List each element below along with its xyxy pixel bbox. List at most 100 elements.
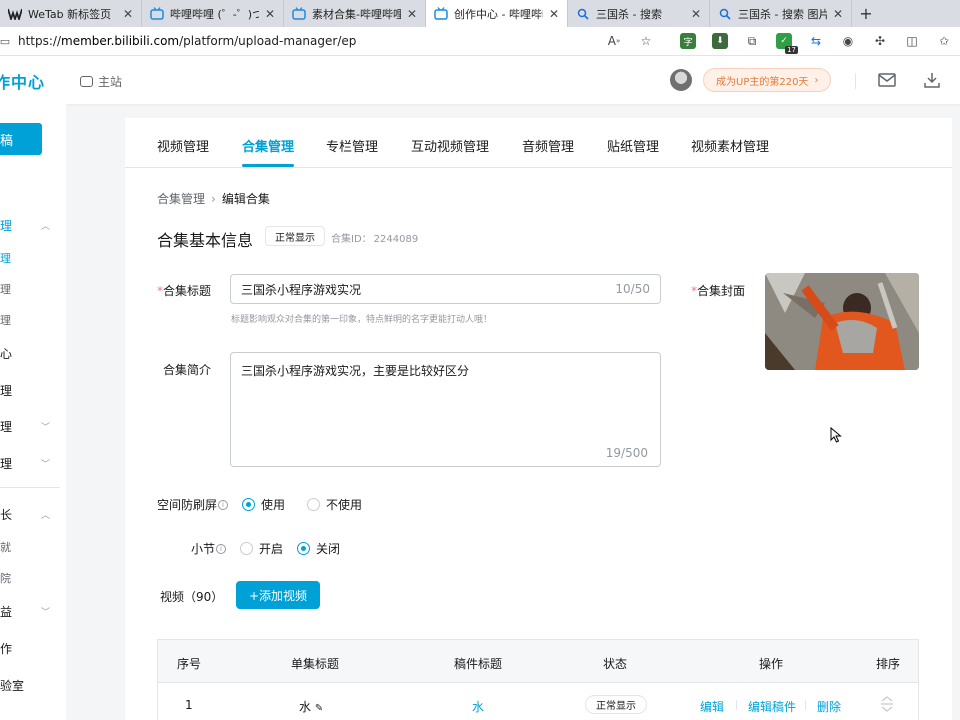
sidebar-item-lab[interactable]: 验室 [0, 677, 60, 694]
section-off-radio[interactable]: 关闭 [297, 540, 340, 557]
browser-tab-image-search[interactable]: 三国杀 - 搜索 图片 ✕ [710, 0, 852, 27]
collection-cover-image[interactable] [765, 273, 919, 370]
episode-table: 序号 单集标题 稿件标题 状态 操作 排序 1 水 ✎ 水 正常显示 编辑 编辑… [157, 639, 919, 720]
row-edit-link[interactable]: 编辑 [700, 698, 724, 715]
sidebar-item-interaction[interactable]: 理 ﹀ [0, 418, 60, 435]
row-post-title-link[interactable]: 水 [472, 698, 484, 715]
sidebar-item-academy[interactable]: 院 [0, 570, 60, 586]
drag-sort-icon[interactable] [880, 695, 894, 716]
help-icon[interactable]: i [216, 543, 227, 554]
close-icon[interactable]: ✕ [265, 7, 275, 21]
row-episode-title[interactable]: 水 ✎ [299, 698, 323, 715]
split-screen-icon[interactable]: ◫ [900, 31, 924, 51]
sidebar-item-rights[interactable]: 益 ﹀ [0, 603, 60, 620]
row-delete-link[interactable]: 删除 [817, 698, 841, 715]
close-icon[interactable]: ✕ [833, 7, 843, 21]
collections-icon[interactable]: ⧉ [740, 31, 764, 51]
sidebar-item-label: 理 [0, 314, 11, 327]
sidebar-item-label: 理 [0, 384, 13, 398]
close-icon[interactable]: ✕ [407, 7, 417, 21]
sidebar-item-fans-management[interactable]: 理 [0, 382, 60, 399]
browser-tab-materials[interactable]: 素材合集-哔哩哔哩_Bilibili ✕ [284, 0, 426, 27]
cover-label: *合集封面 [690, 284, 745, 298]
tab-video-material-management[interactable]: 视频素材管理 [691, 136, 769, 155]
tab-audio-management[interactable]: 音频管理 [522, 136, 574, 155]
desc-label: 合集简介 [162, 363, 211, 377]
main-panel: 视频管理 合集管理 专栏管理 互动视频管理 音频管理 贴纸管理 视频素材管理 合… [125, 118, 952, 720]
creator-center-logo[interactable]: 作中心 [0, 69, 45, 93]
sidebar-item-label: 心 [0, 347, 13, 361]
browser-tab-creator-center[interactable]: 创作中心 - 哔哩哔哩弹幕视频网 ✕ [426, 0, 568, 27]
close-icon[interactable]: ✕ [691, 7, 701, 21]
sidebar-item-label: 理 [0, 420, 13, 434]
tab-interactive-video-management[interactable]: 互动视频管理 [411, 136, 489, 155]
collection-description-textarea[interactable]: 三国杀小程序游戏实况，主要是比较好区分 19/500 [230, 352, 661, 467]
section-label: 小节 [191, 542, 216, 556]
add-video-button[interactable]: +添加视频 [236, 581, 320, 609]
favorite-star-icon[interactable]: ☆ [634, 31, 658, 51]
anti-spam-on-label: 使用 [261, 498, 286, 512]
extension-badge-icon[interactable]: ✓ 17 [772, 31, 798, 54]
sidebar-item-sub-1[interactable]: 理 [0, 250, 60, 266]
address-bar: ▭ https://member.bilibili.com/platform/u… [0, 27, 960, 56]
desc-char-count: 19/500 [605, 446, 648, 460]
browser-tab-title: WeTab 新标签页 [28, 7, 112, 21]
mail-icon[interactable] [877, 70, 897, 90]
translate-icon[interactable]: ⇆ [804, 31, 828, 51]
extension-icon[interactable]: 字 [676, 31, 700, 51]
url-field[interactable]: https://member.bilibili.com/platform/upl… [18, 34, 598, 48]
row-edit-post-link[interactable]: 编辑稿件 [748, 698, 796, 715]
anti-spam-on-radio[interactable]: 使用 [242, 496, 285, 513]
download-icon[interactable] [922, 70, 942, 90]
browser-tab-bilibili[interactable]: 哔哩哔哩 (゜-゜)つロ 干杯~ ✕ [142, 0, 284, 27]
sidebar-item-creation[interactable]: 作 [0, 640, 60, 657]
puzzle-extensions-icon[interactable]: ✣ [868, 31, 892, 51]
sidebar-item-sub-3[interactable]: 理 [0, 312, 60, 328]
management-tabs: 视频管理 合集管理 专栏管理 互动视频管理 音频管理 贴纸管理 视频素材管理 [125, 118, 952, 168]
close-icon[interactable]: ✕ [123, 7, 133, 21]
url-scheme: https:// [18, 34, 62, 48]
radio-unchecked-icon [307, 498, 321, 511]
column-header-index: 序号 [177, 657, 202, 671]
sidebar-item-label: 理 [0, 457, 13, 471]
tab-page-icon[interactable]: ▭ [0, 35, 14, 48]
main-site-link[interactable]: 主站 [80, 73, 122, 90]
url-path: /platform/upload-manager/ep [179, 34, 357, 48]
pencil-icon[interactable]: ✎ [315, 703, 323, 714]
sidebar-item-achievements[interactable]: 就 [0, 539, 60, 555]
face-extension-icon[interactable]: ◉ [836, 31, 860, 51]
breadcrumb-parent-link[interactable]: 合集管理 [157, 192, 205, 206]
tab-sticker-management[interactable]: 贴纸管理 [607, 136, 659, 155]
close-icon[interactable]: ✕ [549, 7, 559, 21]
help-icon[interactable]: i [218, 499, 229, 510]
breadcrumb-separator: › [211, 192, 216, 206]
download-extension-icon[interactable]: ⬇ [708, 31, 732, 51]
favorites-bar-icon[interactable]: ✩ [932, 31, 956, 51]
radio-checked-icon [297, 542, 311, 555]
contribute-button[interactable]: 稿 [0, 123, 42, 155]
sidebar-item-data-center[interactable]: 心 [0, 345, 60, 362]
avatar[interactable] [670, 69, 692, 91]
sidebar-item-content-management[interactable]: 理 ︿ [0, 217, 60, 234]
tab-collection-management[interactable]: 合集管理 [242, 136, 295, 167]
browser-tab-wetab[interactable]: WeTab 新标签页 ✕ [0, 0, 142, 27]
section-on-radio[interactable]: 开启 [240, 540, 283, 557]
read-aloud-icon[interactable]: A» [602, 31, 626, 51]
video-count-label: 视频（90） [160, 590, 224, 604]
sidebar-item-sub-2[interactable]: 理 [0, 281, 60, 297]
collection-title-input[interactable]: 三国杀小程序游戏实况 10/50 [230, 274, 661, 304]
bilibili-tv-icon [292, 7, 306, 21]
up-days-badge[interactable]: 成为UP主的第220天 › [703, 68, 832, 92]
tab-video-management[interactable]: 视频管理 [157, 136, 209, 155]
chevron-up-icon: ︿ [40, 222, 50, 232]
browser-tab-search[interactable]: 三国杀 - 搜索 ✕ [568, 0, 710, 27]
url-host: member.bilibili.com [61, 34, 180, 48]
status-badge: 正常显示 [265, 226, 325, 246]
extension-badge-count: 17 [785, 46, 798, 54]
new-tab-button[interactable]: + [852, 0, 880, 27]
sidebar-item-growth[interactable]: 长 ︿ [0, 506, 60, 523]
tab-column-management[interactable]: 专栏管理 [326, 136, 378, 155]
sidebar-item-income[interactable]: 理 ﹀ [0, 455, 60, 472]
anti-spam-off-radio[interactable]: 不使用 [307, 496, 362, 513]
sidebar-item-label: 理 [0, 219, 13, 233]
